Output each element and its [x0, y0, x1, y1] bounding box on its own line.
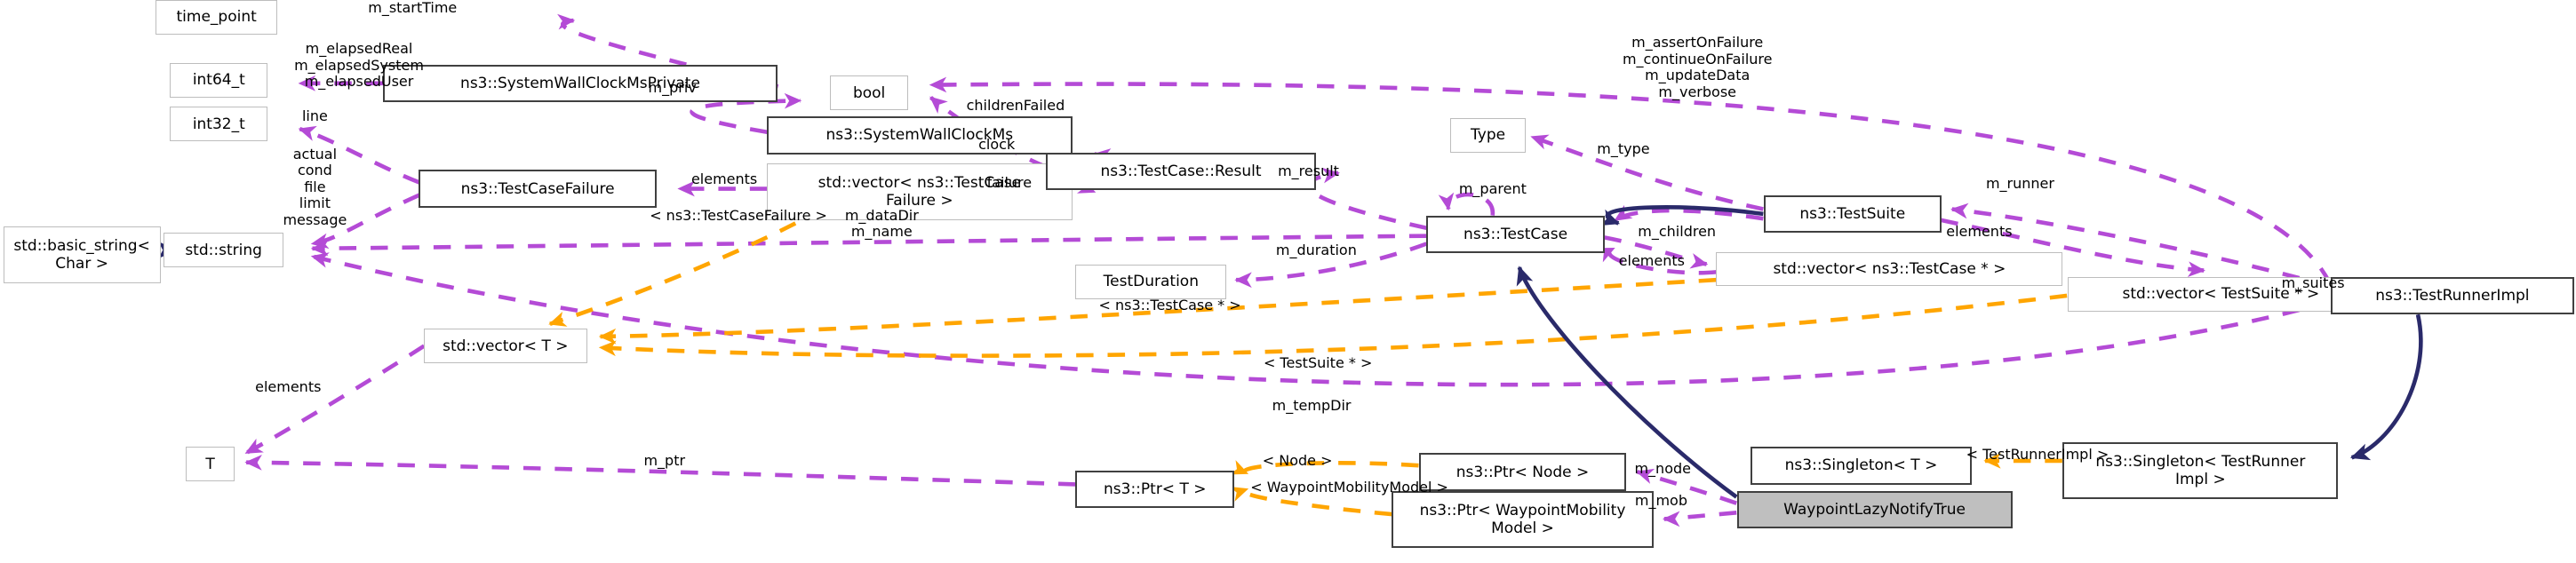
- node-ptr_node[interactable]: ns3::Ptr< Node >: [1418, 453, 1627, 491]
- collaboration-diagram: time_pointint64_tint32_tstd::basic_strin…: [0, 0, 2576, 563]
- node-ptr_T[interactable]: ns3::Ptr< T >: [1075, 470, 1235, 509]
- node-T[interactable]: T: [186, 447, 235, 482]
- node-time_point[interactable]: time_point: [156, 0, 277, 35]
- node-basic_string[interactable]: std::basic_string< Char >: [3, 226, 161, 283]
- node-vec_testsuite_ptr[interactable]: std::vector< TestSuite * >: [2067, 276, 2375, 312]
- node-testcase[interactable]: ns3::TestCase: [1426, 215, 1605, 254]
- node-type[interactable]: Type: [1450, 117, 1527, 153]
- node-waypointlazy[interactable]: WaypointLazyNotifyTrue: [1736, 490, 2013, 529]
- node-bool[interactable]: bool: [829, 75, 909, 111]
- node-int32_t[interactable]: int32_t: [170, 107, 268, 142]
- node-swcm[interactable]: ns3::SystemWallClockMs: [766, 116, 1073, 155]
- node-singleton_T[interactable]: ns3::Singleton< T >: [1751, 447, 1972, 485]
- node-testduration[interactable]: TestDuration: [1075, 264, 1227, 299]
- node-int64_t[interactable]: int64_t: [170, 62, 268, 98]
- node-std_string[interactable]: std::string: [163, 233, 283, 268]
- node-testcasefailure[interactable]: ns3::TestCaseFailure: [419, 170, 657, 208]
- node-result[interactable]: ns3::TestCase::Result: [1045, 152, 1317, 191]
- node-singleton_tri[interactable]: ns3::Singleton< TestRunner Impl >: [2062, 441, 2339, 499]
- node-vec_tcfailure[interactable]: std::vector< ns3::TestCase Failure >: [766, 163, 1073, 221]
- node-swcm_private[interactable]: ns3::SystemWallClockMsPrivate: [382, 64, 778, 103]
- node-std_vector_T[interactable]: std::vector< T >: [423, 329, 587, 364]
- node-testrunnerimpl[interactable]: ns3::TestRunnerImpl: [2330, 276, 2575, 315]
- node-testsuite[interactable]: ns3::TestSuite: [1763, 194, 1942, 234]
- node-vec_testcase_ptr[interactable]: std::vector< ns3::TestCase * >: [1716, 251, 2063, 287]
- node-ptr_wmm[interactable]: ns3::Ptr< WaypointMobility Model >: [1392, 490, 1654, 548]
